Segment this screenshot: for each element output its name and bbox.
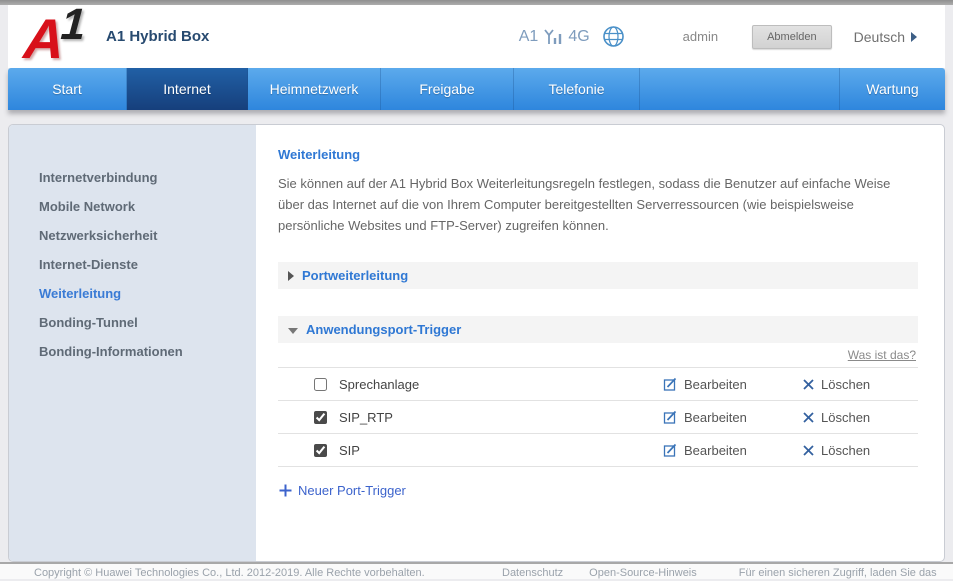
sidebar-item-internetverbindung[interactable]: Internetverbindung xyxy=(9,163,256,192)
sidebar: Internetverbindung Mobile Network Netzwe… xyxy=(9,125,256,561)
sidebar-item-internet-dienste[interactable]: Internet-Dienste xyxy=(9,250,256,279)
edit-icon xyxy=(663,377,677,391)
table-row-sip-rtp: SIP_RTP Bearbeiten Löschen xyxy=(278,401,918,434)
delete-action[interactable]: Löschen xyxy=(803,377,918,392)
app-title: A1 Hybrid Box xyxy=(106,28,209,45)
help-row: Was ist das? xyxy=(278,343,918,367)
edit-action[interactable]: Bearbeiten xyxy=(663,377,803,392)
nav-tab-internet[interactable]: Internet xyxy=(127,68,248,110)
header-right: A1 4G admin Abmelde xyxy=(519,25,945,49)
a1-logo: A 1 xyxy=(24,9,104,73)
network-operator-label: A1 xyxy=(519,28,539,46)
logout-button[interactable]: Abmelden xyxy=(752,25,832,49)
signal-bars-icon xyxy=(542,27,564,46)
sidebar-item-bonding-tunnel[interactable]: Bonding-Tunnel xyxy=(9,308,256,337)
what-is-this-link[interactable]: Was ist das? xyxy=(848,348,916,362)
checkbox-sprechanlage[interactable] xyxy=(314,378,327,391)
header: A 1 A1 Hybrid Box A1 4G xyxy=(8,5,945,68)
edit-icon xyxy=(663,443,677,457)
copyright-text: Copyright © Huawei Technologies Co., Ltd… xyxy=(34,567,466,579)
section-gap xyxy=(278,289,918,316)
edit-action[interactable]: Bearbeiten xyxy=(663,410,803,425)
checkbox-sip[interactable] xyxy=(314,444,327,457)
delete-label: Löschen xyxy=(821,377,870,392)
trigger-name: Sprechanlage xyxy=(339,377,663,392)
delete-icon xyxy=(803,412,814,423)
new-port-trigger-label: Neuer Port-Trigger xyxy=(298,483,406,498)
sidebar-item-bonding-informationen[interactable]: Bonding-Informationen xyxy=(9,337,256,366)
open-source-link[interactable]: Open-Source-Hinweis xyxy=(589,567,697,579)
edit-label: Bearbeiten xyxy=(684,410,747,425)
network-indicator: A1 4G xyxy=(519,25,625,48)
nav-tab-wartung[interactable]: Wartung xyxy=(840,68,945,110)
trigger-name: SIP xyxy=(339,443,663,458)
privacy-link[interactable]: Datenschutz xyxy=(502,567,563,579)
checkbox-sip-rtp[interactable] xyxy=(314,411,327,424)
chevron-right-icon xyxy=(288,271,294,281)
language-label: Deutsch xyxy=(854,29,905,45)
delete-action[interactable]: Löschen xyxy=(803,410,918,425)
section-portweiterleitung[interactable]: Portweiterleitung xyxy=(278,262,918,289)
nav-tab-freigabe[interactable]: Freigabe xyxy=(381,68,514,110)
content-panel: Internetverbindung Mobile Network Netzwe… xyxy=(8,124,945,562)
logo-digit-one: 1 xyxy=(59,3,87,47)
table-row-sip: SIP Bearbeiten Löschen xyxy=(278,434,918,467)
nav-tab-start[interactable]: Start xyxy=(8,68,127,110)
delete-icon xyxy=(803,445,814,456)
sidebar-item-netzwerksicherheit[interactable]: Netzwerksicherheit xyxy=(9,221,256,250)
main-content: Weiterleitung Sie können auf der A1 Hybr… xyxy=(256,125,944,561)
delete-label: Löschen xyxy=(821,410,870,425)
chevron-down-icon xyxy=(288,328,298,334)
delete-icon xyxy=(803,379,814,390)
secure-access-link[interactable]: Für einen sicheren Zugriff, laden Sie da… xyxy=(739,567,937,579)
delete-action[interactable]: Löschen xyxy=(803,443,918,458)
table-row-sprechanlage: Sprechanlage Bearbeiten Löschen xyxy=(278,368,918,401)
nav-tab-heimnetzwerk[interactable]: Heimnetzwerk xyxy=(248,68,381,110)
edit-label: Bearbeiten xyxy=(684,443,747,458)
logged-in-user: admin xyxy=(683,29,718,44)
sidebar-item-weiterleitung[interactable]: Weiterleitung xyxy=(9,279,256,308)
nav-spacer xyxy=(640,68,840,110)
new-port-trigger-link[interactable]: Neuer Port-Trigger xyxy=(278,483,918,498)
section-anwendungsport-trigger[interactable]: Anwendungsport-Trigger xyxy=(278,316,918,343)
delete-label: Löschen xyxy=(821,443,870,458)
trigger-name: SIP_RTP xyxy=(339,410,663,425)
sidebar-item-mobile-network[interactable]: Mobile Network xyxy=(9,192,256,221)
page-title: Weiterleitung xyxy=(278,147,918,162)
edit-icon xyxy=(663,410,677,424)
chevron-right-icon xyxy=(911,32,917,42)
edit-label: Bearbeiten xyxy=(684,377,747,392)
page-description: Sie können auf der A1 Hybrid Box Weiterl… xyxy=(278,174,918,236)
page: A 1 A1 Hybrid Box A1 4G xyxy=(8,5,945,562)
section-portweiterleitung-label: Portweiterleitung xyxy=(302,268,408,283)
globe-icon xyxy=(602,25,625,48)
network-type-label: 4G xyxy=(568,28,589,46)
footer: Copyright © Huawei Technologies Co., Ltd… xyxy=(0,564,953,579)
plus-icon xyxy=(278,483,293,498)
nav-tab-telefonie[interactable]: Telefonie xyxy=(514,68,640,110)
section-anwendungsport-trigger-label: Anwendungsport-Trigger xyxy=(306,322,461,337)
main-nav: Start Internet Heimnetzwerk Freigabe Tel… xyxy=(8,68,945,110)
language-selector[interactable]: Deutsch xyxy=(854,29,917,45)
edit-action[interactable]: Bearbeiten xyxy=(663,443,803,458)
port-trigger-table: Sprechanlage Bearbeiten Löschen xyxy=(278,367,918,467)
